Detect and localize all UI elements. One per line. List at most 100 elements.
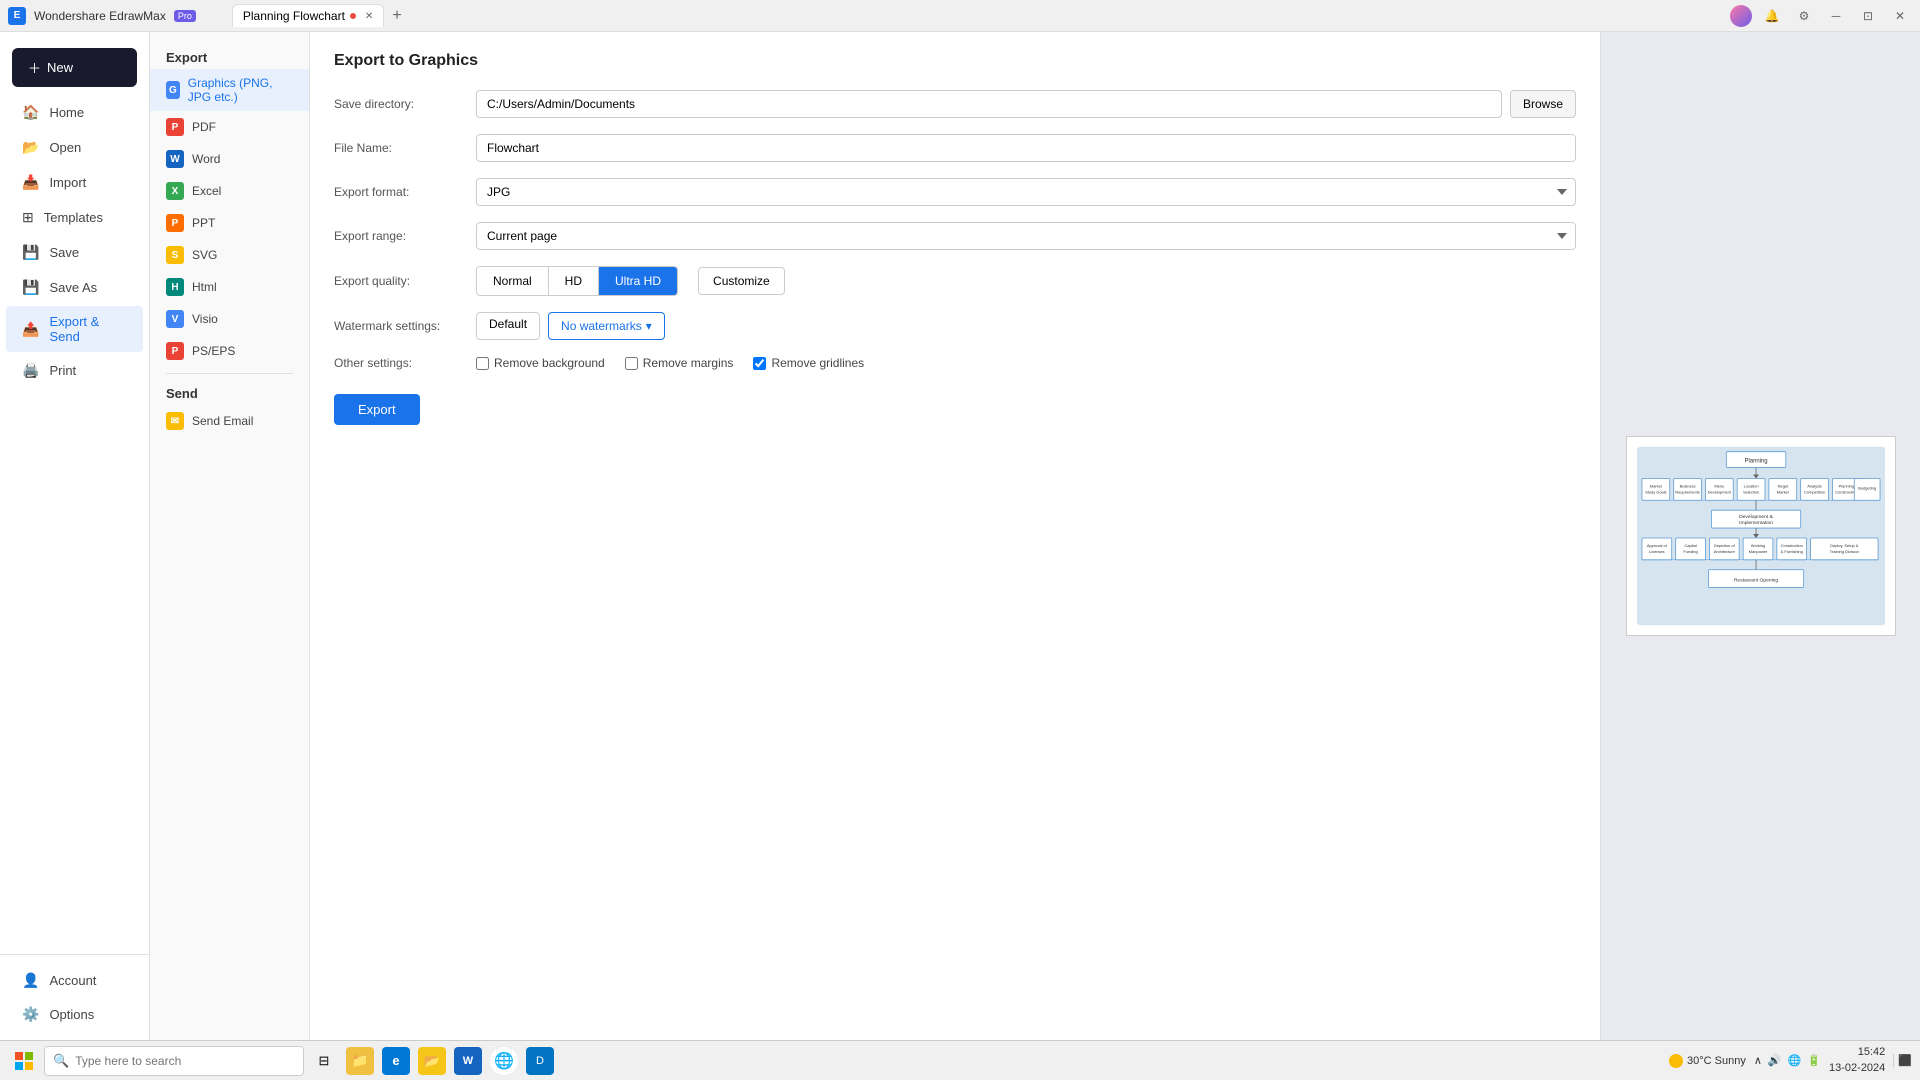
new-label: New bbox=[47, 60, 73, 75]
sidebar-item-label-account: Account bbox=[49, 973, 96, 988]
sidebar-item-options[interactable]: ⚙️ Options bbox=[6, 998, 143, 1031]
battery-icon[interactable]: 🔋 bbox=[1807, 1054, 1821, 1067]
add-tab-button[interactable]: + bbox=[392, 7, 401, 25]
save-icon: 💾 bbox=[22, 244, 39, 261]
svg-text:Manpower: Manpower bbox=[1748, 549, 1767, 554]
export-section-title: Export bbox=[150, 44, 309, 69]
pro-badge: Pro bbox=[174, 10, 196, 22]
avatar bbox=[1730, 5, 1752, 27]
remove-gridlines-checkbox[interactable]: Remove gridlines bbox=[753, 356, 864, 370]
new-button[interactable]: ＋ New bbox=[12, 48, 137, 87]
windows-icon bbox=[14, 1051, 34, 1071]
taskbar-search-input[interactable] bbox=[75, 1054, 295, 1068]
watermark-default: Default bbox=[476, 312, 540, 340]
files-button[interactable]: 📂 bbox=[416, 1045, 448, 1077]
visio-icon: V bbox=[166, 310, 184, 328]
date-display: 13-02-2024 bbox=[1829, 1061, 1885, 1076]
export-range-select[interactable]: Current page All pages Selected objects bbox=[476, 222, 1576, 250]
svg-text:Restaurant Opening: Restaurant Opening bbox=[1733, 578, 1778, 584]
sidebar-item-import[interactable]: 📥 Import bbox=[6, 166, 143, 199]
remove-margins-input[interactable] bbox=[625, 357, 638, 370]
export-panel: Export to Graphics Save directory: Brows… bbox=[310, 32, 1600, 1040]
remove-gridlines-input[interactable] bbox=[753, 357, 766, 370]
export-format-select[interactable]: JPG PNG BMP TIFF SVG bbox=[476, 178, 1576, 206]
remove-margins-checkbox[interactable]: Remove margins bbox=[625, 356, 734, 370]
export-item-graphics[interactable]: G Graphics (PNG, JPG etc.) bbox=[150, 69, 309, 111]
export-item-send-email[interactable]: ✉ Send Email bbox=[150, 405, 309, 437]
dart-button[interactable]: D bbox=[524, 1045, 556, 1077]
export-item-pdf[interactable]: P PDF bbox=[150, 111, 309, 143]
export-item-svg[interactable]: S SVG bbox=[150, 239, 309, 271]
options-icon: ⚙️ bbox=[22, 1006, 39, 1023]
export-item-visio[interactable]: V Visio bbox=[150, 303, 309, 335]
speaker-icon[interactable]: 🔊 bbox=[1768, 1054, 1782, 1067]
remove-gridlines-label: Remove gridlines bbox=[771, 356, 864, 370]
save-as-icon: 💾 bbox=[22, 279, 39, 296]
sidebar-item-label-import: Import bbox=[49, 175, 86, 190]
file-name-input[interactable] bbox=[476, 134, 1576, 162]
sidebar-item-open[interactable]: 📂 Open bbox=[6, 131, 143, 164]
sun-icon bbox=[1669, 1054, 1683, 1068]
export-item-pseps[interactable]: P PS/EPS bbox=[150, 335, 309, 367]
word-button[interactable]: W bbox=[452, 1045, 484, 1077]
task-view-button[interactable]: ⊟ bbox=[308, 1045, 340, 1077]
tab-planning-flowchart[interactable]: Planning Flowchart ✕ bbox=[232, 4, 384, 27]
tab-label: Planning Flowchart bbox=[243, 9, 345, 23]
svg-text:Target: Target bbox=[1777, 483, 1789, 488]
quality-normal-button[interactable]: Normal bbox=[477, 267, 548, 295]
html-icon: H bbox=[166, 278, 184, 296]
chrome-button[interactable]: 🌐 bbox=[488, 1045, 520, 1077]
quality-ultra-hd-button[interactable]: Ultra HD bbox=[599, 267, 677, 295]
svg-icon: S bbox=[166, 246, 184, 264]
export-item-ppt[interactable]: P PPT bbox=[150, 207, 309, 239]
restore-button[interactable]: ⊡ bbox=[1856, 4, 1880, 28]
sidebar-item-label-templates: Templates bbox=[44, 210, 103, 225]
weather-text: 30°C Sunny bbox=[1687, 1055, 1746, 1067]
minimize-button[interactable]: ─ bbox=[1824, 4, 1848, 28]
edge-button[interactable]: e bbox=[380, 1045, 412, 1077]
taskbar-search[interactable]: 🔍 bbox=[44, 1046, 304, 1076]
export-item-excel[interactable]: X Excel bbox=[150, 175, 309, 207]
close-button[interactable]: ✕ bbox=[1888, 4, 1912, 28]
sidebar-item-label-open: Open bbox=[49, 140, 81, 155]
save-directory-input[interactable] bbox=[476, 90, 1502, 118]
other-settings-label: Other settings: bbox=[334, 356, 464, 370]
quality-hd-button[interactable]: HD bbox=[549, 267, 598, 295]
browse-button[interactable]: Browse bbox=[1510, 90, 1576, 118]
sidebar-item-label-options: Options bbox=[49, 1007, 94, 1022]
export-item-word[interactable]: W Word bbox=[150, 143, 309, 175]
pdf-icon: P bbox=[166, 118, 184, 136]
network-icon[interactable]: 🌐 bbox=[1788, 1054, 1802, 1067]
taskbar-time[interactable]: 15:42 13-02-2024 bbox=[1829, 1045, 1885, 1076]
sidebar-item-save-as[interactable]: 💾 Save As bbox=[6, 271, 143, 304]
watermark-no-watermarks[interactable]: No watermarks ▾ bbox=[548, 312, 665, 340]
file-name-label: File Name: bbox=[334, 141, 464, 155]
save-directory-control: Browse bbox=[476, 90, 1576, 118]
svg-text:Menu: Menu bbox=[1714, 483, 1724, 488]
remove-background-input[interactable] bbox=[476, 357, 489, 370]
sidebar-item-account[interactable]: 👤 Account bbox=[6, 964, 143, 997]
sidebar-item-export-send[interactable]: 📤 Export & Send bbox=[6, 306, 143, 352]
watermark-group: Default No watermarks ▾ bbox=[476, 312, 665, 340]
svg-text:Depiction of: Depiction of bbox=[1713, 543, 1735, 548]
sidebar-item-home[interactable]: 🏠 Home bbox=[6, 96, 143, 129]
system-tray: ∧ 🔊 🌐 🔋 bbox=[1754, 1054, 1821, 1067]
tab-close-btn[interactable]: ✕ bbox=[365, 11, 373, 22]
file-explorer-icon: 📁 bbox=[346, 1047, 374, 1075]
settings-icon[interactable]: ⚙ bbox=[1792, 4, 1816, 28]
sidebar-item-save[interactable]: 💾 Save bbox=[6, 236, 143, 269]
remove-background-checkbox[interactable]: Remove background bbox=[476, 356, 605, 370]
export-button[interactable]: Export bbox=[334, 394, 420, 425]
customize-button[interactable]: Customize bbox=[698, 267, 785, 295]
flowchart-preview: Planning Market Study Goals Business Req… bbox=[1637, 446, 1885, 626]
title-bar: E Wondershare EdrawMax Pro Planning Flow… bbox=[0, 0, 1920, 32]
sidebar-item-templates[interactable]: ⊞ Templates bbox=[6, 201, 143, 234]
show-desktop-button[interactable]: ⬛ bbox=[1893, 1054, 1912, 1067]
task-view-icon: ⊟ bbox=[319, 1053, 330, 1069]
sidebar-item-print[interactable]: 🖨️ Print bbox=[6, 354, 143, 387]
file-explorer-button[interactable]: 📁 bbox=[344, 1045, 376, 1077]
notification-icon[interactable]: 🔔 bbox=[1760, 4, 1784, 28]
start-button[interactable] bbox=[8, 1045, 40, 1077]
chevron-icon[interactable]: ∧ bbox=[1754, 1054, 1762, 1067]
export-item-html[interactable]: H Html bbox=[150, 271, 309, 303]
